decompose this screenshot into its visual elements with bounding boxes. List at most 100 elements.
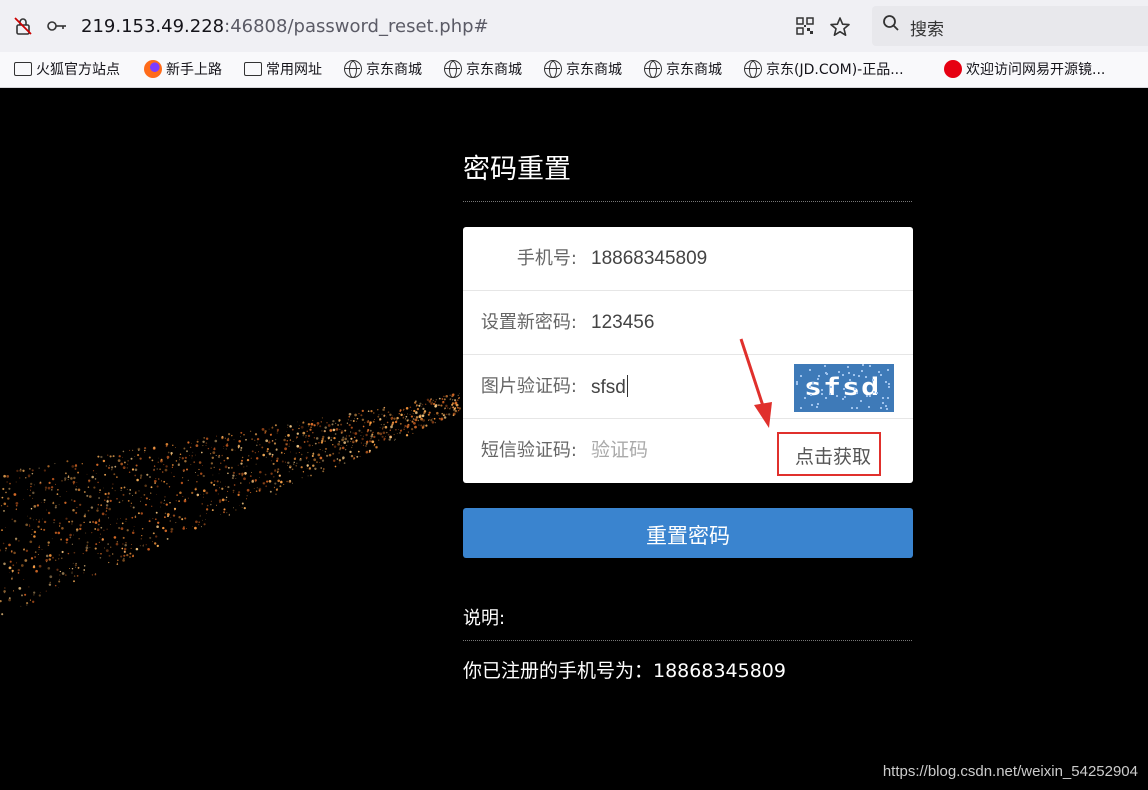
- spark-particle: [277, 479, 280, 483]
- spark-particle: [313, 437, 316, 439]
- spark-particle: [255, 463, 257, 465]
- spark-particle: [97, 455, 100, 458]
- bookmark-star-icon[interactable]: [829, 16, 851, 38]
- spark-particle: [111, 469, 113, 471]
- spark-particle: [71, 523, 73, 525]
- spark-particle: [334, 465, 337, 468]
- sms-label: 短信验证码:: [480, 440, 577, 461]
- bookmark-item[interactable]: 京东商城: [644, 60, 722, 80]
- spark-particle: [35, 519, 37, 521]
- spark-particle: [331, 437, 333, 439]
- insecure-lock-icon[interactable]: [12, 16, 34, 38]
- spark-particle: [404, 414, 405, 415]
- spark-particle: [396, 433, 398, 434]
- address-bar[interactable]: 219.153.49.228:46808/password_reset.php#: [0, 6, 862, 46]
- spark-particle: [46, 509, 47, 511]
- captcha-noise-dot: [888, 386, 890, 388]
- bookmark-label: 火狐官方站点: [36, 62, 120, 78]
- spark-particle: [383, 406, 386, 409]
- spark-particle: [9, 482, 11, 485]
- captcha-noise-dot: [885, 381, 887, 383]
- bookmark-item[interactable]: 常用网址: [244, 60, 322, 80]
- search-box[interactable]: 搜索: [872, 6, 1148, 46]
- spark-particle: [276, 428, 280, 432]
- spark-particle: [240, 462, 243, 465]
- captcha-noise-dot: [888, 383, 890, 385]
- spark-particle: [202, 519, 203, 521]
- spark-particle: [64, 472, 67, 475]
- spark-particle: [367, 428, 370, 432]
- reset-password-button[interactable]: 重置密码: [463, 508, 913, 558]
- phone-input[interactable]: 18868345809: [591, 247, 771, 271]
- bookmark-item[interactable]: 火狐官方站点: [14, 60, 120, 80]
- bookmark-item[interactable]: 京东(JD.COM)-正品...: [744, 60, 904, 80]
- spark-particle: [191, 455, 193, 457]
- sms-code-input[interactable]: 验证码: [591, 439, 771, 463]
- spark-particle: [254, 480, 257, 483]
- spark-particle: [374, 419, 375, 420]
- spark-particle: [100, 553, 102, 555]
- password-row: 设置新密码: 123456: [463, 291, 913, 355]
- spark-particle: [15, 508, 17, 511]
- spark-particle: [73, 551, 76, 554]
- spark-particle: [30, 485, 32, 488]
- bookmark-item[interactable]: 京东商城: [444, 60, 522, 80]
- spark-particle: [390, 419, 392, 421]
- captcha-noise-dot: [818, 375, 820, 377]
- spark-particle: [97, 552, 99, 554]
- spark-particle: [306, 467, 308, 469]
- spark-particle: [23, 498, 24, 500]
- spark-particle: [433, 402, 436, 405]
- spark-particle: [103, 487, 104, 489]
- captcha-noise-dot: [817, 378, 819, 380]
- url-text[interactable]: 219.153.49.228:46808/password_reset.php#: [81, 14, 489, 40]
- spark-particle: [106, 509, 107, 511]
- spark-particle: [32, 491, 35, 495]
- bookmark-item[interactable]: 新手上路: [144, 60, 222, 80]
- captcha-noise-dot: [869, 365, 871, 367]
- spark-particle: [291, 468, 294, 471]
- bookmark-item[interactable]: 京东商城: [544, 60, 622, 80]
- spark-particle: [289, 439, 292, 441]
- spark-particle: [407, 431, 409, 433]
- spark-particle: [47, 465, 50, 468]
- spark-particle: [203, 493, 205, 495]
- captcha-input[interactable]: sfsd: [591, 375, 771, 400]
- get-sms-code-button[interactable]: 点击获取: [777, 432, 881, 476]
- captcha-image[interactable]: sfsd: [794, 364, 894, 412]
- spark-particle: [155, 535, 158, 538]
- spark-particle: [73, 580, 75, 583]
- qr-code-icon[interactable]: [794, 16, 816, 38]
- new-password-input[interactable]: 123456: [591, 311, 771, 335]
- spark-particle: [37, 525, 40, 528]
- spark-particle: [230, 466, 233, 469]
- spark-particle: [72, 508, 75, 512]
- spark-particle: [214, 480, 216, 482]
- spark-particle: [98, 520, 101, 522]
- spark-particle: [288, 471, 290, 473]
- spark-particle: [121, 522, 124, 525]
- captcha-noise-dot: [809, 369, 811, 371]
- key-icon[interactable]: [46, 16, 68, 38]
- spark-particle: [318, 441, 320, 444]
- spark-particle: [354, 436, 356, 439]
- spark-particle: [160, 458, 163, 461]
- spark-particle: [315, 437, 319, 440]
- spark-particle: [383, 437, 386, 440]
- spark-particle: [211, 446, 213, 448]
- spark-particle: [76, 530, 78, 532]
- spark-particle: [352, 432, 354, 434]
- spark-particle: [73, 575, 76, 577]
- spark-particle: [104, 473, 107, 476]
- spark-particle: [155, 511, 158, 514]
- spark-particle: [187, 441, 190, 444]
- spark-particle: [351, 440, 355, 444]
- spark-particle: [241, 459, 243, 462]
- spark-particle: [428, 420, 430, 422]
- spark-particle: [354, 418, 355, 420]
- spark-particle: [220, 514, 222, 515]
- bookmark-item[interactable]: 京东商城: [344, 60, 422, 80]
- spark-particle: [421, 417, 423, 419]
- bookmark-item[interactable]: 欢迎访问网易开源镜...: [944, 60, 1105, 80]
- spark-particle: [334, 433, 337, 435]
